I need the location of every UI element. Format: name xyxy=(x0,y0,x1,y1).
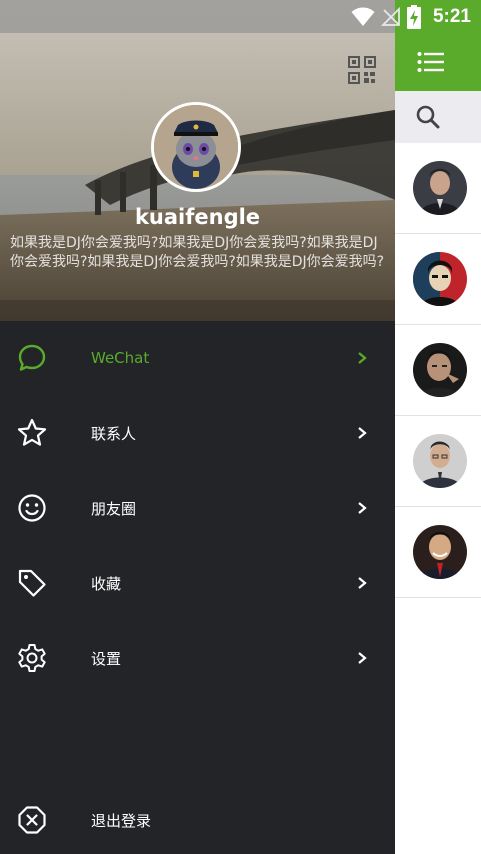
logout-label: 退出登录 xyxy=(91,811,152,830)
menu-list-icon[interactable] xyxy=(417,51,445,73)
chevron-right-icon xyxy=(358,502,367,514)
gear-icon xyxy=(18,644,46,672)
avatar xyxy=(413,161,467,215)
menu-item-label: 设置 xyxy=(91,649,122,668)
avatar xyxy=(413,343,467,397)
list-item[interactable] xyxy=(395,325,481,416)
menu-item-label: 收藏 xyxy=(91,574,122,593)
chevron-right-icon xyxy=(358,652,367,664)
drawer-header: kuaifengle 如果我是DJ你会爱我吗?如果我是DJ你会爱我吗?如果我是D… xyxy=(0,0,395,321)
list-item[interactable] xyxy=(395,416,481,507)
chat-bubble-icon xyxy=(18,344,46,371)
chevron-right-icon xyxy=(358,352,367,364)
status-bar-left xyxy=(0,0,395,33)
navigation-drawer: kuaifengle 如果我是DJ你会爱我吗?如果我是DJ你会爱我吗?如果我是D… xyxy=(0,0,395,854)
list-item[interactable] xyxy=(395,143,481,234)
username: kuaifengle xyxy=(134,205,261,229)
logout-button[interactable]: 退出登录 xyxy=(0,783,395,854)
menu-item-contacts[interactable]: 联系人 xyxy=(0,396,395,470)
star-icon xyxy=(17,418,47,446)
menu-item-label: 联系人 xyxy=(91,424,137,443)
bunny-police-avatar-image xyxy=(154,105,238,189)
list-item[interactable] xyxy=(395,234,481,325)
user-signature: 如果我是DJ你会爱我吗?如果我是DJ你会爱我吗?如果我是DJ你会爱我吗?如果我是… xyxy=(10,235,385,270)
main-panel xyxy=(395,33,481,854)
avatar xyxy=(413,434,467,488)
search-bar[interactable] xyxy=(395,91,481,143)
no-signal-icon xyxy=(380,6,400,26)
menu-item-label: 朋友圈 xyxy=(91,499,137,518)
menu-item-favorites[interactable]: 收藏 xyxy=(0,546,395,620)
chevron-right-icon xyxy=(358,427,367,439)
search-icon xyxy=(416,105,440,129)
status-icons: 5:21 xyxy=(351,0,481,33)
qr-code-button[interactable] xyxy=(348,56,376,84)
wifi-icon xyxy=(351,7,375,26)
list-item[interactable] xyxy=(395,507,481,598)
menu-item-settings[interactable]: 设置 xyxy=(0,621,395,695)
tag-icon xyxy=(18,569,46,597)
profile-avatar[interactable] xyxy=(151,102,241,192)
chevron-right-icon xyxy=(358,577,367,589)
menu-item-moments[interactable]: 朋友圈 xyxy=(0,471,395,545)
status-bar: 5:21 xyxy=(0,0,481,33)
battery-charging-icon xyxy=(406,4,421,29)
avatar xyxy=(413,525,467,579)
smiley-icon xyxy=(18,494,46,522)
main-toolbar xyxy=(395,33,481,91)
avatar xyxy=(413,252,467,306)
contact-list xyxy=(395,143,481,598)
close-octagon-icon xyxy=(18,806,46,834)
menu-item-wechat[interactable]: WeChat xyxy=(0,321,395,395)
clock-time: 5:21 xyxy=(432,5,471,27)
menu-item-label: WeChat xyxy=(91,349,150,367)
